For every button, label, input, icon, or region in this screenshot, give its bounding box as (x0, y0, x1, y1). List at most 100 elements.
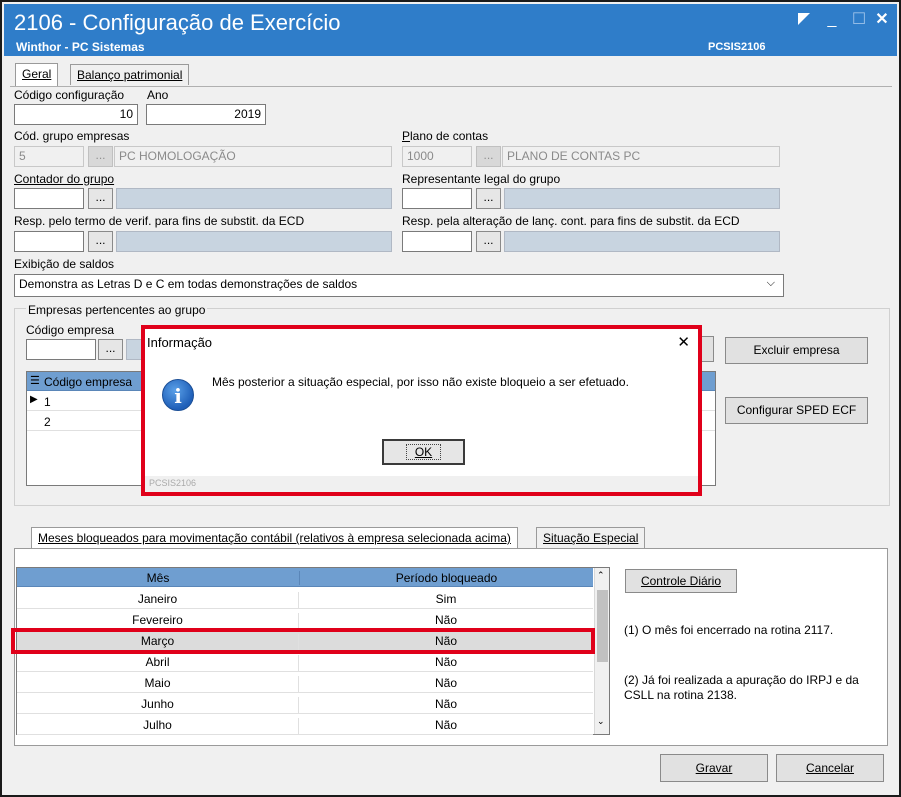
mes-cell: Junho (17, 697, 299, 714)
app-window: 2106 - Configuração de Exercício Winthor… (0, 0, 901, 797)
ok-button[interactable]: OK (382, 439, 465, 465)
periodo-cell: Não (434, 655, 457, 669)
dialog-footer-code: PCSIS2106 (149, 478, 197, 488)
ok-label: OK (405, 444, 442, 460)
scroll-up-icon[interactable]: ⌃ (597, 570, 605, 581)
maximize-button[interactable]: ☐ (849, 12, 869, 28)
note-2-line2: CSLL na rotina 2138. (624, 688, 737, 702)
resp-termo-description (116, 231, 392, 252)
cod-grupo-field[interactable]: 5 (14, 146, 84, 167)
scroll-thumb[interactable] (597, 590, 608, 662)
representante-field[interactable] (402, 188, 472, 209)
representante-description (504, 188, 780, 209)
codigo-empresa-label: Código empresa (26, 323, 115, 337)
tab-geral[interactable]: Geral (15, 63, 59, 86)
window-title: 2106 - Configuração de Exercício (14, 10, 341, 35)
tab-balanco[interactable]: Balanço patrimonial (70, 64, 190, 85)
configurar-sped-label: Configurar SPED ECF (736, 403, 857, 417)
cancelar-button[interactable]: Cancelar (776, 754, 884, 782)
tab-situacao-label: Situação Especial (543, 531, 639, 545)
dialog-close-icon[interactable]: ✕ (677, 333, 690, 351)
table-row[interactable]: Maio Não (17, 672, 593, 693)
contador-description (116, 188, 392, 209)
dialog-footer: PCSIS2106 (145, 476, 698, 492)
highlight-marco-row (11, 628, 595, 654)
title-bar: 2106 - Configuração de Exercício Winthor… (4, 4, 897, 56)
empresa-cell: 1 (44, 395, 51, 409)
controle-diario-button[interactable]: Controle Diário (625, 569, 737, 593)
window-code: PCSIS2106 (708, 41, 766, 53)
mes-cell: Abril (17, 655, 299, 672)
periodo-cell: Sim (435, 592, 457, 606)
tab-balanco-label: Balanço patrimonial (77, 68, 183, 82)
resp-termo-search-button[interactable]: ... (88, 231, 113, 252)
table-row[interactable]: Julho Não (17, 714, 593, 735)
exibicao-select[interactable]: Demonstra as Letras D e C em todas demon… (14, 274, 784, 297)
row-indicator-icon: ▶ (30, 394, 38, 405)
cod-grupo-label: Cód. grupo empresas (14, 129, 130, 143)
ano-field[interactable]: 2019 (146, 104, 266, 125)
resp-alteracao-search-button[interactable]: ... (476, 231, 501, 252)
plano-label-text: lano de contas (410, 129, 489, 143)
tab-situacao-especial[interactable]: Situação Especial (536, 527, 646, 548)
codigo-config-label: Código configuração (14, 88, 125, 102)
dialog-body: i Mês posterior a situação especial, por… (145, 357, 698, 476)
window-subtitle: Winthor - PC Sistemas (16, 40, 145, 54)
table-row[interactable]: Junho Não (17, 693, 593, 714)
contador-search-button[interactable]: ... (88, 188, 113, 209)
plano-field[interactable]: 1000 (402, 146, 472, 167)
excluir-empresa-button[interactable]: Excluir empresa (725, 337, 868, 364)
meses-scrollbar[interactable]: ⌃ ⌄ (594, 568, 609, 734)
gravar-label: Gravar (695, 761, 733, 775)
controle-diario-label: Controle Diário (640, 574, 722, 588)
contador-label: Contador do grupo (14, 172, 115, 186)
contador-field[interactable] (14, 188, 84, 209)
cod-grupo-search-button[interactable]: ... (88, 146, 113, 167)
col-periodo: Período bloqueado (299, 571, 593, 585)
resize-icon[interactable] (794, 12, 814, 30)
cancelar-label: Cancelar (805, 761, 855, 775)
table-row[interactable]: Fevereiro Não (17, 609, 593, 630)
periodo-cell: Não (434, 697, 457, 711)
meses-grid-header: Mês Período bloqueado (17, 568, 593, 587)
resp-alteracao-field[interactable] (402, 231, 472, 252)
adicionar-empresa-button[interactable] (700, 336, 714, 362)
chevron-down-icon: ⌵ (766, 277, 775, 289)
tab-meses-label: Meses bloqueados para movimentação contá… (38, 531, 511, 545)
gravar-button[interactable]: Gravar (660, 754, 768, 782)
empresa-cell: 2 (44, 415, 51, 429)
mes-cell: Janeiro (17, 592, 299, 609)
tab-geral-label: Geral (22, 67, 52, 81)
periodo-cell: Não (434, 718, 457, 732)
dialog-title: Informação (147, 335, 213, 350)
periodo-cell: Não (434, 676, 457, 690)
cod-grupo-description: PC HOMOLOGAÇÃO (114, 146, 392, 167)
grid-menu-icon[interactable]: ☰ (30, 374, 40, 387)
exibicao-label: Exibição de saldos (14, 257, 115, 271)
codigo-empresa-search-button[interactable]: ... (98, 339, 123, 360)
close-button[interactable]: ✕ (872, 12, 892, 28)
codigo-empresa-field[interactable] (26, 339, 96, 360)
table-row[interactable]: Janeiro Sim (17, 588, 593, 609)
dialog-title-bar: Informação ✕ (145, 329, 698, 357)
empresas-group-label: Empresas pertencentes ao grupo (26, 303, 208, 317)
mes-cell: Maio (17, 676, 299, 693)
table-row[interactable]: Abril Não (17, 651, 593, 672)
resp-alteracao-label: Resp. pela alteração de lanç. cont. para… (402, 214, 740, 228)
scroll-down-icon[interactable]: ⌄ (597, 716, 605, 727)
excluir-empresa-label: Excluir empresa (753, 343, 840, 357)
tab-meses-bloqueados[interactable]: Meses bloqueados para movimentação contá… (31, 527, 518, 550)
plano-description: PLANO DE CONTAS PC (502, 146, 780, 167)
representante-search-button[interactable]: ... (476, 188, 501, 209)
representante-label: Representante legal do grupo (402, 172, 561, 186)
codigo-config-field[interactable]: 10 (14, 104, 138, 125)
exibicao-value: Demonstra as Letras D e C em todas demon… (19, 277, 358, 291)
configurar-sped-button[interactable]: Configurar SPED ECF (725, 397, 868, 424)
resp-alteracao-description (504, 231, 780, 252)
minimize-button[interactable]: _ (822, 12, 842, 28)
note-1: (1) O mês foi encerrado na rotina 2117. (624, 623, 834, 637)
plano-search-button[interactable]: ... (476, 146, 501, 167)
dialog-message: Mês posterior a situação especial, por i… (212, 375, 629, 389)
resp-termo-field[interactable] (14, 231, 84, 252)
mes-cell: Julho (17, 718, 299, 735)
